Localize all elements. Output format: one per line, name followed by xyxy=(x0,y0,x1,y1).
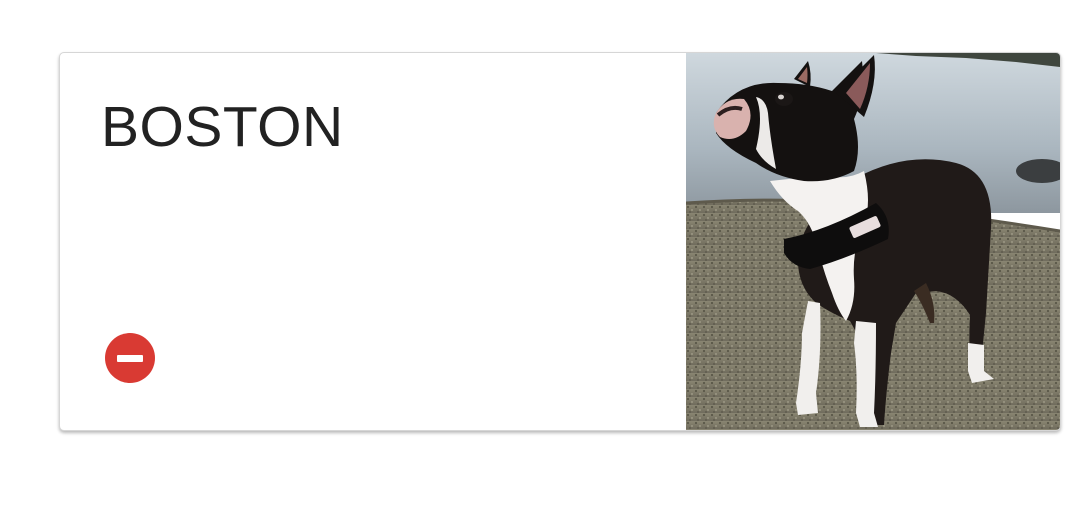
dog-photo xyxy=(686,53,1060,430)
breed-card: BOSTON xyxy=(59,52,1061,431)
card-title: BOSTON xyxy=(101,95,344,159)
minus-circle-icon xyxy=(117,354,143,362)
remove-button[interactable] xyxy=(105,333,155,383)
card-body: BOSTON xyxy=(60,53,686,430)
